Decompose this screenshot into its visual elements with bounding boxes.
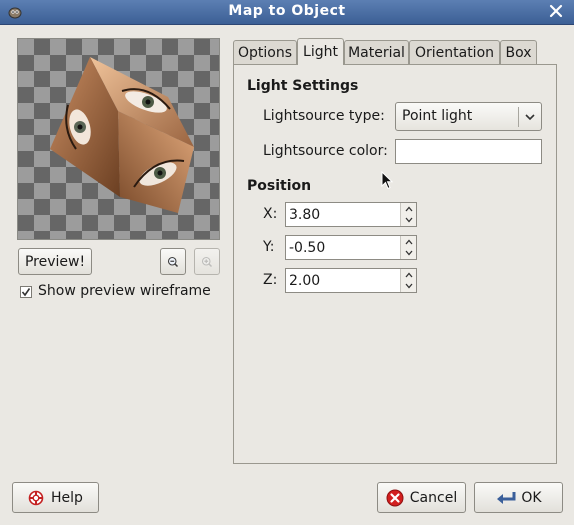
- tab-light-label: Light: [303, 44, 338, 60]
- x-spinner[interactable]: [285, 202, 417, 227]
- cancel-button[interactable]: Cancel: [377, 482, 466, 513]
- ok-button-label: OK: [521, 489, 542, 506]
- chevron-down-icon: [525, 114, 535, 121]
- z-label: Z:: [263, 272, 278, 288]
- chevron-up-icon: [405, 206, 412, 211]
- zoom-in-icon: [201, 256, 213, 267]
- help-lifebuoy-icon: [28, 490, 44, 505]
- preview-image: [17, 38, 220, 240]
- chevron-down-icon: [405, 250, 412, 255]
- y-decrement-button[interactable]: [401, 247, 416, 258]
- zoom-out-button[interactable]: [160, 248, 186, 275]
- zoom-out-icon: [167, 256, 179, 267]
- show-wireframe-checkbox[interactable]: [20, 286, 32, 298]
- position-heading: Position: [247, 178, 312, 194]
- tab-box[interactable]: Box: [500, 40, 537, 64]
- z-spinner[interactable]: [285, 268, 417, 293]
- tab-box-label: Box: [505, 44, 532, 61]
- z-spin-buttons[interactable]: [400, 269, 416, 292]
- chevron-down-icon: [405, 283, 412, 288]
- x-label: X:: [263, 206, 278, 222]
- y-spin-buttons[interactable]: [400, 236, 416, 259]
- help-button-label: Help: [51, 489, 83, 506]
- lightsource-color-label: Lightsource color:: [263, 143, 388, 159]
- combo-separator: [518, 107, 519, 127]
- lightsource-type-value: Point light: [402, 108, 473, 124]
- x-spin-buttons[interactable]: [400, 203, 416, 226]
- tab-options[interactable]: Options: [233, 40, 297, 64]
- tab-light[interactable]: Light: [297, 38, 344, 65]
- z-input[interactable]: [286, 269, 402, 292]
- preview-button[interactable]: Preview!: [18, 248, 92, 275]
- window-title: Map to Object: [228, 3, 346, 19]
- cube-preview: [50, 57, 194, 213]
- x-increment-button[interactable]: [401, 203, 416, 214]
- ok-button[interactable]: OK: [474, 482, 563, 513]
- ok-return-arrow-icon: [497, 491, 516, 504]
- tab-material[interactable]: Material: [344, 40, 409, 64]
- preview-button-label: Preview!: [24, 253, 86, 270]
- y-increment-button[interactable]: [401, 236, 416, 247]
- tab-options-label: Options: [237, 44, 293, 61]
- x-decrement-button[interactable]: [401, 214, 416, 225]
- checkmark-icon: [21, 288, 31, 297]
- show-wireframe-label[interactable]: Show preview wireframe: [38, 283, 211, 299]
- tab-orientation-label: Orientation: [414, 44, 495, 61]
- title-bar: Map to Object: [0, 0, 574, 25]
- lightsource-type-select[interactable]: Point light: [395, 102, 542, 131]
- tab-material-label: Material: [348, 44, 405, 61]
- chevron-down-icon: [405, 217, 412, 222]
- lightsource-type-label: Lightsource type:: [263, 108, 385, 124]
- light-settings-heading: Light Settings: [247, 78, 359, 94]
- zoom-in-button[interactable]: [194, 248, 220, 275]
- cancel-button-label: Cancel: [409, 489, 458, 506]
- chevron-up-icon: [405, 239, 412, 244]
- tab-orientation[interactable]: Orientation: [409, 40, 500, 64]
- z-increment-button[interactable]: [401, 269, 416, 280]
- cancel-icon: [386, 489, 404, 506]
- z-decrement-button[interactable]: [401, 280, 416, 291]
- y-spinner[interactable]: [285, 235, 417, 260]
- help-button[interactable]: Help: [12, 482, 99, 513]
- mouse-cursor-icon: [381, 171, 394, 190]
- y-label: Y:: [263, 239, 275, 255]
- chevron-up-icon: [405, 272, 412, 277]
- lightsource-color-button[interactable]: [395, 139, 542, 164]
- y-input[interactable]: [286, 236, 402, 259]
- close-icon[interactable]: [548, 3, 564, 19]
- x-input[interactable]: [286, 203, 402, 226]
